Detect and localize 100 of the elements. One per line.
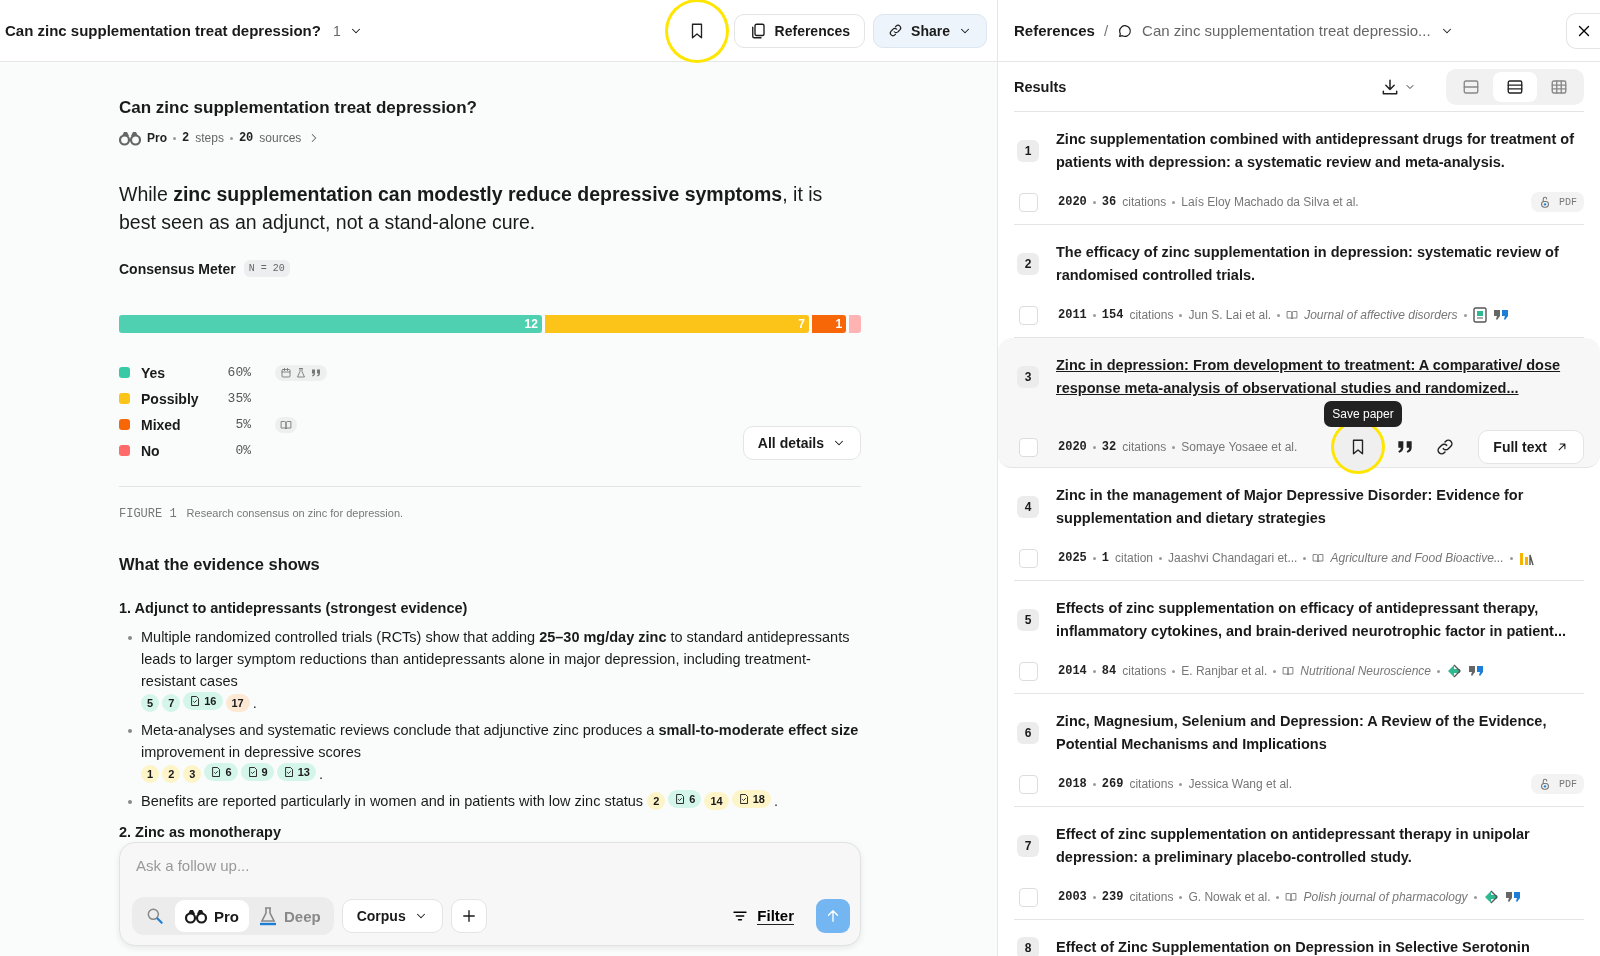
document-check-icon xyxy=(737,793,750,805)
pdf-badge[interactable]: PDF xyxy=(1531,192,1584,212)
paper-title[interactable]: Effects of zinc supplementation on efficacy of antidepressant therapy, inflammatory cytokines, and brain-derived neurotrophic factor in patient... xyxy=(1056,597,1584,643)
paper-year: 2020 xyxy=(1058,440,1087,454)
citation-count: 154 xyxy=(1101,308,1124,322)
citation-count: 269 xyxy=(1101,777,1124,791)
pdf-badge[interactable]: PDF xyxy=(1531,774,1584,794)
calendar-icon xyxy=(280,366,292,379)
citation-chip[interactable]: 17 xyxy=(225,694,250,712)
close-button[interactable] xyxy=(1566,12,1600,49)
paper-checkbox[interactable] xyxy=(1019,887,1038,907)
paper-title[interactable]: Zinc supplementation combined with antidepressant drugs for treatment of patients with depression: a systematic review and meta-analysis. xyxy=(1056,128,1584,174)
citation-chip[interactable]: 14 xyxy=(704,792,729,810)
citations-label: citations xyxy=(1122,440,1167,454)
paper-checkbox[interactable] xyxy=(1019,192,1038,212)
paper-checkbox[interactable] xyxy=(1019,661,1038,681)
bullet-text: Multiple randomized controlled trials (RCTs) show that adding 25–30 mg/day zinc to standard antidepressants leads to larger symptom reductions than antidepressants alone in major depression, including treatment-resistant cases xyxy=(141,628,851,691)
filter-button[interactable]: Filter xyxy=(725,906,800,926)
thread-breadcrumb[interactable]: Can zinc supplementation treat depressio... xyxy=(1142,22,1431,39)
pro-mode-tab[interactable]: Pro xyxy=(175,900,249,932)
citation-chip[interactable]: 16 xyxy=(183,692,223,710)
book-icon xyxy=(1312,552,1325,564)
figure-caption: Research consensus on zinc for depression. xyxy=(186,507,404,521)
paper-authors: Jessica Wang et al. xyxy=(1188,777,1293,791)
legend-label: Possibly xyxy=(141,390,200,407)
chat-bubble-icon xyxy=(1117,22,1134,39)
paper-title[interactable]: Zinc in depression: From development to treatment: A comparative/ dose response meta-analysis of observational studies and randomized... xyxy=(1056,354,1584,400)
paper-number: 7 xyxy=(1017,835,1039,857)
citation-chip[interactable]: 18 xyxy=(731,790,771,808)
mode-label: Pro xyxy=(147,131,167,145)
sentence-period: . xyxy=(318,766,323,782)
citation-count: 32 xyxy=(1101,440,1117,454)
paper-number: 6 xyxy=(1017,722,1039,744)
journal-name: Journal of affective disorders xyxy=(1304,308,1458,322)
citations-label: citations xyxy=(1129,777,1174,791)
quote-icon xyxy=(1468,664,1485,678)
subsection-heading: 1. Adjunct to antidepressants (strongest evidence) xyxy=(119,600,469,616)
paper-title[interactable]: Zinc in the management of Major Depressive Disorder: Evidence for supplementation and dietary strategies xyxy=(1056,484,1584,530)
corpus-button[interactable]: Corpus xyxy=(341,899,443,933)
bullet-text: Meta-analyses and systematic reviews conclude that adjunctive zinc produces a small-to-moderate effect size improvement in depressive scores xyxy=(141,721,860,762)
paper-number: 8 xyxy=(1017,936,1039,956)
results-label: Results xyxy=(1014,78,1067,95)
references-button[interactable]: References xyxy=(733,13,866,48)
bullet-text: Benefits are reported particularly in women and in patients with low zinc status xyxy=(141,792,644,811)
book-icon xyxy=(1282,665,1295,677)
citation-count: 36 xyxy=(1101,195,1117,209)
thread-title: Can zinc supplementation treat depression? xyxy=(5,22,321,39)
list-view-tab[interactable] xyxy=(1493,71,1537,102)
bar-chart-icon xyxy=(1518,550,1535,566)
bookmark-button[interactable] xyxy=(667,1,726,60)
arrow-icon xyxy=(1446,663,1463,679)
citation-chip[interactable]: 6 xyxy=(668,790,702,808)
tooltip: Save paper xyxy=(1324,401,1402,427)
search-icon xyxy=(145,906,165,926)
paper-checkbox[interactable] xyxy=(1019,437,1038,457)
figure-label: FIGURE 1 xyxy=(119,507,177,521)
steps-count: 2 xyxy=(182,131,190,145)
citation-chip[interactable]: 13 xyxy=(276,763,316,781)
paper-title[interactable]: The efficacy of zinc supplementation in depression: systematic review of randomised controlled trials. xyxy=(1056,241,1584,287)
send-button[interactable] xyxy=(816,899,850,933)
citation-chip[interactable]: 6 xyxy=(204,763,238,781)
share-button[interactable]: Share xyxy=(873,13,987,48)
citation-chip[interactable]: 9 xyxy=(240,763,274,781)
citation-chip[interactable]: 7 xyxy=(162,694,181,712)
citation-chip[interactable]: 5 xyxy=(141,694,160,712)
citations-label: citations xyxy=(1129,890,1174,904)
consensus-title: Consensus Meter xyxy=(119,260,236,277)
paper-year: 2014 xyxy=(1058,664,1087,678)
steps-label: steps xyxy=(195,131,224,145)
paper-checkbox[interactable] xyxy=(1019,774,1038,794)
document-check-icon xyxy=(674,793,687,805)
citation-chip[interactable]: 2 xyxy=(647,792,666,810)
open-lock-icon xyxy=(1538,777,1552,791)
paper-title[interactable]: Effect of zinc supplementation on antidepressant therapy in unipolar depression: a preliminary placebo-controlled study. xyxy=(1056,823,1584,869)
consensus-segment: 7 xyxy=(541,315,810,333)
add-button[interactable] xyxy=(450,899,487,933)
sentence-period: . xyxy=(773,793,778,809)
full-text-button[interactable]: Full text xyxy=(1478,430,1584,464)
citation-chip[interactable]: 1 xyxy=(141,765,160,783)
answer-summary: While zinc supplementation can modestly reduce depressive symptoms, it is best seen as an adjunct, not a stand-alone cure. xyxy=(119,182,824,235)
paper-number: 2 xyxy=(1017,253,1039,275)
citations-label: citations xyxy=(1129,308,1174,322)
citation-chip[interactable]: 2 xyxy=(162,765,181,783)
paper-title[interactable]: Effect of Zinc Supplementation on Depression in Selective Serotonin xyxy=(1056,936,1530,956)
flask-icon xyxy=(259,906,277,926)
all-details-button[interactable]: All details xyxy=(742,426,861,460)
book-icon xyxy=(280,418,292,431)
citation-chip[interactable]: 3 xyxy=(183,765,202,783)
paper-authors: G. Nowak et al. xyxy=(1188,890,1271,904)
breadcrumb-separator: / xyxy=(1103,22,1109,39)
paper-checkbox[interactable] xyxy=(1019,548,1038,568)
journal-name: Agriculture and Food Bioactive... xyxy=(1330,551,1504,565)
paper-checkbox[interactable] xyxy=(1019,305,1038,325)
follow-up-field[interactable]: Ask a follow up... xyxy=(132,857,850,874)
split-view-icon xyxy=(1462,77,1480,96)
document-check-icon xyxy=(246,766,259,778)
paper-title[interactable]: Zinc, Magnesium, Selenium and Depression: A Review of the Evidence, Potential Mechanisms and Implications xyxy=(1056,710,1584,756)
sentence-period: . xyxy=(252,695,257,711)
citation-count: 1 xyxy=(1101,551,1109,565)
legend-percent: 35% xyxy=(226,391,251,406)
